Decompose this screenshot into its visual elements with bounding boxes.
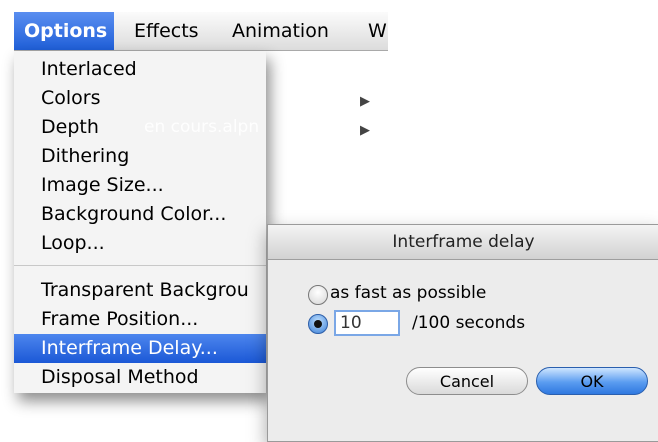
menu-item-label: Transparent Backgrou	[41, 279, 249, 301]
menubar-item-effects-label: Effects	[134, 20, 199, 42]
menu-item-label: Disposal Method	[41, 366, 199, 388]
menu-item-dithering[interactable]: Dithering	[14, 142, 266, 171]
menu-item-loop[interactable]: Loop...	[14, 229, 266, 258]
menu-item-label: Depth	[41, 116, 99, 138]
menu-item-interlaced[interactable]: Interlaced	[14, 55, 266, 84]
menubar-item-w[interactable]: W	[368, 12, 387, 50]
delay-value-input[interactable]	[334, 310, 400, 336]
menubar-item-animation[interactable]: Animation	[232, 12, 329, 50]
menubar: Options Effects Animation W	[14, 12, 388, 51]
menu-item-label: Background Color...	[41, 203, 227, 225]
depth-submenu-arrow-icon: ▶	[360, 123, 370, 138]
interframe-delay-dialog: Interframe delay as fast as possible /10…	[267, 224, 658, 442]
menubar-item-options[interactable]: Options	[14, 12, 114, 50]
menu-item-transparent-background[interactable]: Transparent Backgrou	[14, 276, 266, 305]
menu-item-background-color[interactable]: Background Color...	[14, 200, 266, 229]
radio-delay-value[interactable]	[308, 314, 328, 334]
delay-unit-label: /100 seconds	[412, 313, 526, 333]
cancel-button-label: Cancel	[439, 372, 495, 391]
dialog-titlebar[interactable]: Interframe delay	[268, 225, 658, 260]
ok-button[interactable]: OK	[536, 367, 648, 395]
ok-button-label: OK	[580, 372, 604, 391]
menubar-item-options-label: Options	[24, 20, 108, 42]
menu-item-frame-position[interactable]: Frame Position...	[14, 305, 266, 334]
menu-separator	[14, 265, 266, 266]
menu-item-label: Colors	[41, 87, 101, 109]
menubar-item-animation-label: Animation	[232, 20, 329, 42]
menu-item-label: Interframe Delay...	[41, 337, 218, 359]
menu-item-label: Interlaced	[41, 58, 137, 80]
radio-fast-label: as fast as possible	[330, 283, 487, 303]
cancel-button[interactable]: Cancel	[406, 367, 528, 395]
radio-selected-dot	[314, 320, 322, 328]
menu-item-interframe-delay[interactable]: Interframe Delay...	[14, 334, 266, 363]
menu-item-label: Dithering	[41, 145, 130, 167]
menu-item-depth[interactable]: Depth	[14, 113, 266, 142]
menu-item-image-size[interactable]: Image Size...	[14, 171, 266, 200]
colors-submenu-arrow-icon: ▶	[360, 94, 370, 109]
menubar-item-effects[interactable]: Effects	[134, 12, 199, 50]
menu-item-colors[interactable]: Colors	[14, 84, 266, 113]
menubar-item-w-label: W	[368, 20, 387, 42]
dialog-title: Interframe delay	[392, 232, 535, 252]
menu-item-disposal-method[interactable]: Disposal Method	[14, 363, 266, 392]
menu-item-label: Loop...	[41, 232, 105, 254]
menu-item-label: Frame Position...	[41, 308, 199, 330]
radio-fast-as-possible[interactable]	[308, 285, 328, 305]
options-dropdown: en cours.alpn Interlaced Colors Depth Di…	[14, 51, 266, 393]
menu-item-label: Image Size...	[41, 174, 164, 196]
